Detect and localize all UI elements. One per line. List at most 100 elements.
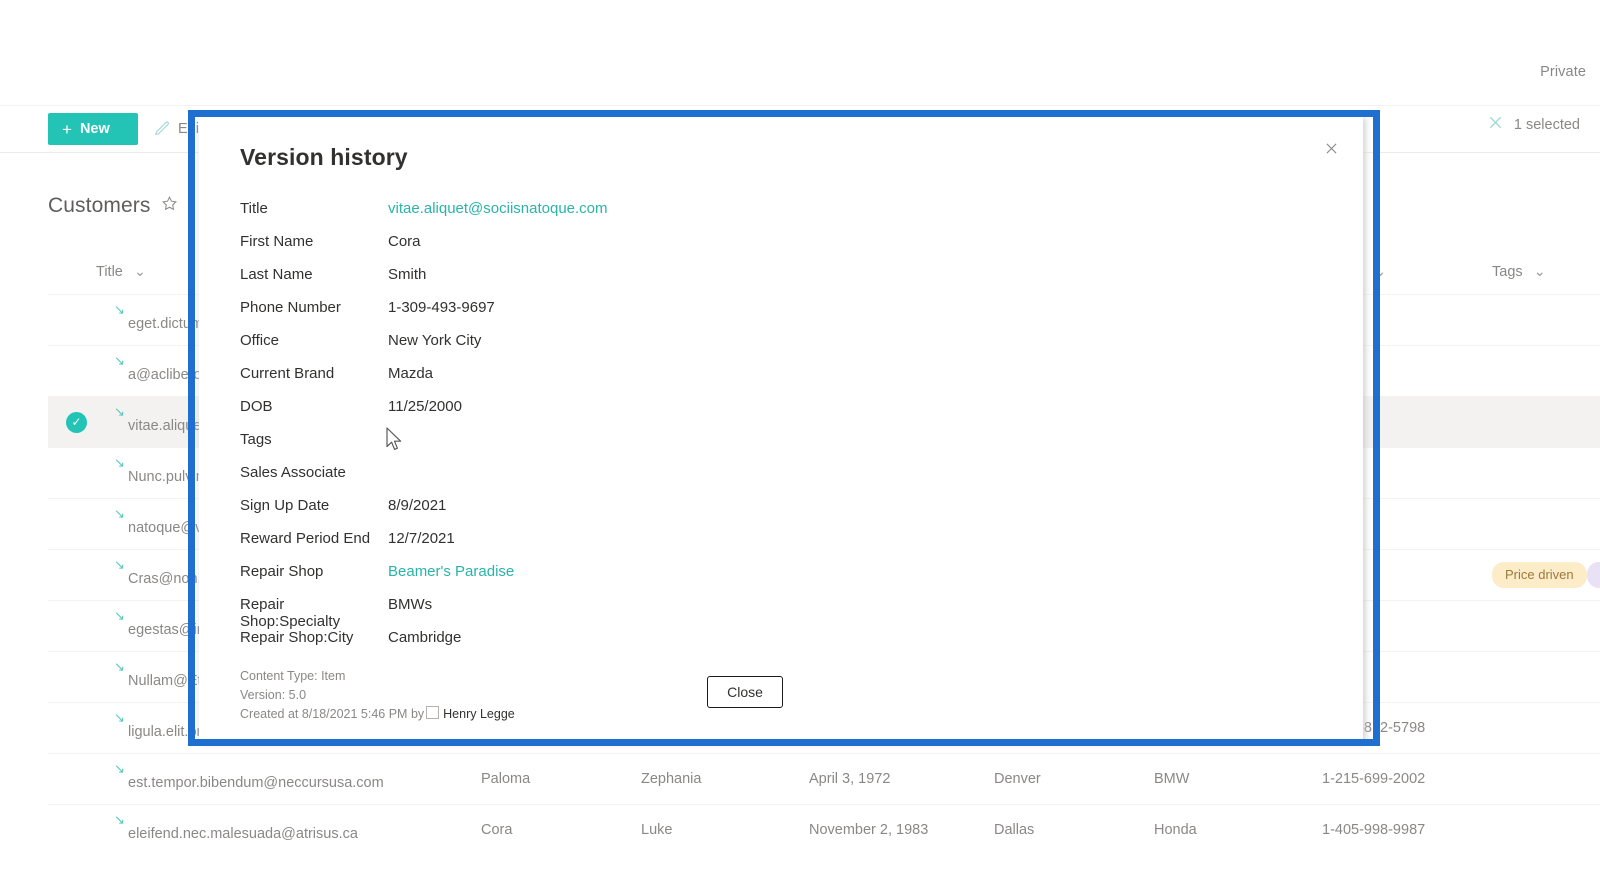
version-field-row: Phone Number 1-309-493-9697 bbox=[240, 299, 1300, 332]
row-select-cell[interactable]: ✓ bbox=[48, 396, 96, 448]
table-row[interactable]: ↘ eleifend.nec.malesuada@atrisus.ca Cora Lu… bbox=[48, 804, 1600, 855]
cell-title[interactable]: ↘ eleifend.nec.malesuada@atrisus.ca bbox=[96, 804, 481, 855]
version-history-dialog: Version history Title vitae.aliquet@socii… bbox=[199, 116, 1363, 740]
version-field-label: Repair Shop bbox=[240, 563, 324, 580]
tag-chip: Family man bbox=[1586, 561, 1600, 589]
cell-dob: November 2, 1983 bbox=[809, 804, 994, 855]
version-field-row: Tags bbox=[240, 431, 1300, 464]
cell-phone: 1-405-998-9987 bbox=[1322, 804, 1492, 855]
version-field-value: Mazda bbox=[388, 365, 434, 382]
site-header bbox=[0, 57, 1600, 105]
close-icon[interactable] bbox=[1311, 128, 1351, 168]
column-header-tags[interactable]: Tags ⌄ bbox=[1492, 252, 1600, 295]
row-select-cell[interactable] bbox=[48, 702, 96, 754]
cell-last-name: Zephania bbox=[641, 753, 809, 805]
tag-chip: Price driven bbox=[1492, 561, 1587, 589]
selected-count-label: 1 selected bbox=[1513, 116, 1580, 133]
created-prefix: Created at 8/18/2021 5:46 PM by bbox=[240, 707, 425, 721]
clear-selection-icon[interactable] bbox=[1486, 113, 1505, 136]
cell-dob: April 3, 1972 bbox=[809, 753, 994, 805]
cell-tags bbox=[1492, 600, 1600, 652]
cell-brand: Honda bbox=[1154, 804, 1322, 855]
item-link-icon: ↘ bbox=[114, 506, 125, 521]
version-line: Version: 5.0 bbox=[240, 688, 307, 702]
row-select-cell[interactable] bbox=[48, 600, 96, 652]
version-field-label: Office bbox=[240, 332, 279, 349]
version-meta-block: Content Type: Item Version: 5.0 Created … bbox=[240, 667, 515, 724]
row-select-cell[interactable] bbox=[48, 498, 96, 550]
suite-bar bbox=[0, 0, 1600, 58]
cell-tags bbox=[1492, 396, 1600, 448]
version-field-row: Sign Up Date 8/9/2021 bbox=[240, 497, 1300, 530]
version-field-link[interactable]: vitae.aliquet@sociisnatoque.com bbox=[388, 200, 608, 217]
version-field-label: First Name bbox=[240, 233, 314, 250]
column-header-tags-label: Tags bbox=[1492, 264, 1523, 280]
version-field-row: Repair Shop:Specialty BMWs bbox=[240, 596, 1300, 630]
version-field-row: Sales Associate bbox=[240, 464, 1300, 497]
cell-last-name: Luke bbox=[641, 804, 809, 855]
version-field-label: Title bbox=[240, 200, 268, 217]
row-select-cell[interactable] bbox=[48, 447, 96, 499]
version-field-row: DOB 11/25/2000 bbox=[240, 398, 1300, 431]
item-link-icon: ↘ bbox=[114, 710, 125, 725]
created-line: Created at 8/18/2021 5:46 PM by Henry Leg… bbox=[240, 705, 515, 724]
row-select-cell[interactable] bbox=[48, 804, 96, 855]
chevron-down-icon: ⌄ bbox=[133, 264, 147, 280]
version-field-row: Repair Shop:City Cambridge bbox=[240, 629, 1300, 662]
item-link-icon: ↘ bbox=[114, 659, 125, 674]
cell-title-text: eleifend.nec.malesuada@atrisus.ca bbox=[128, 826, 358, 842]
cell-title-text: Cras@non.c bbox=[128, 571, 209, 587]
version-field-row: Title vitae.aliquet@sociisnatoque.com bbox=[240, 200, 1300, 233]
version-fields-list: Title vitae.aliquet@sociisnatoque.com Firs… bbox=[240, 200, 1300, 662]
version-field-label: DOB bbox=[240, 398, 273, 415]
version-field-label: Reward Period End bbox=[240, 530, 371, 547]
version-field-label: Sales Associate bbox=[240, 464, 346, 481]
cell-tags bbox=[1492, 651, 1600, 703]
cell-phone: 1-215-699-2002 bbox=[1322, 753, 1492, 805]
item-link-icon: ↘ bbox=[114, 302, 125, 317]
cell-title[interactable]: ↘ est.tempor.bibendum@neccursusa.com bbox=[96, 753, 481, 805]
dialog-title: Version history bbox=[240, 144, 408, 170]
item-link-icon: ↘ bbox=[114, 761, 125, 776]
version-field-value: New York City bbox=[388, 332, 482, 349]
version-field-label: Phone Number bbox=[240, 299, 341, 316]
chevron-down-icon: ⌄ bbox=[1533, 264, 1546, 280]
star-outline-icon[interactable] bbox=[161, 195, 178, 217]
item-link-icon: ↘ bbox=[114, 557, 125, 572]
plus-icon: + bbox=[62, 119, 72, 139]
cell-office: Denver bbox=[994, 753, 1154, 805]
row-select-cell[interactable] bbox=[48, 651, 96, 703]
person-placeholder-icon bbox=[426, 706, 440, 719]
row-select-cell[interactable] bbox=[48, 345, 96, 397]
selection-status[interactable]: 1 selected bbox=[1486, 113, 1580, 136]
version-field-value: Cambridge bbox=[388, 629, 462, 646]
version-field-row: First Name Cora bbox=[240, 233, 1300, 266]
page-title: Customers bbox=[48, 194, 151, 217]
cell-first-name: Cora bbox=[481, 804, 641, 855]
version-field-link[interactable]: Beamer's Paradise bbox=[388, 563, 514, 580]
version-field-row: Current Brand Mazda bbox=[240, 365, 1300, 398]
new-button[interactable]: + New bbox=[48, 113, 138, 145]
cell-tags bbox=[1492, 753, 1600, 805]
item-link-icon: ↘ bbox=[114, 608, 125, 623]
row-select-cell[interactable] bbox=[48, 549, 96, 601]
version-field-value: 1-309-493-9697 bbox=[388, 299, 495, 316]
item-link-icon: ↘ bbox=[114, 455, 125, 470]
new-button-label: New bbox=[79, 121, 110, 137]
row-select-cell[interactable] bbox=[48, 294, 96, 346]
row-select-cell[interactable] bbox=[48, 753, 96, 805]
item-link-icon: ↘ bbox=[114, 404, 125, 419]
select-all-header[interactable] bbox=[48, 252, 96, 295]
cell-brand: BMW bbox=[1154, 753, 1322, 805]
cell-tags bbox=[1492, 345, 1600, 397]
cell-office: Dallas bbox=[994, 804, 1154, 855]
version-field-row: Office New York City bbox=[240, 332, 1300, 365]
content-type-line: Content Type: Item bbox=[240, 669, 346, 683]
version-field-row: Reward Period End 12/7/2021 bbox=[240, 530, 1300, 563]
check-circle-icon[interactable]: ✓ bbox=[66, 411, 87, 433]
cell-title-text: vitae.aliquet bbox=[128, 418, 206, 434]
table-row[interactable]: ↘ est.tempor.bibendum@neccursusa.com Palom… bbox=[48, 753, 1600, 805]
created-author: Henry Legge bbox=[443, 707, 515, 721]
version-field-label: Repair Shop:Specialty bbox=[240, 596, 341, 630]
close-button[interactable]: Close bbox=[707, 676, 783, 708]
